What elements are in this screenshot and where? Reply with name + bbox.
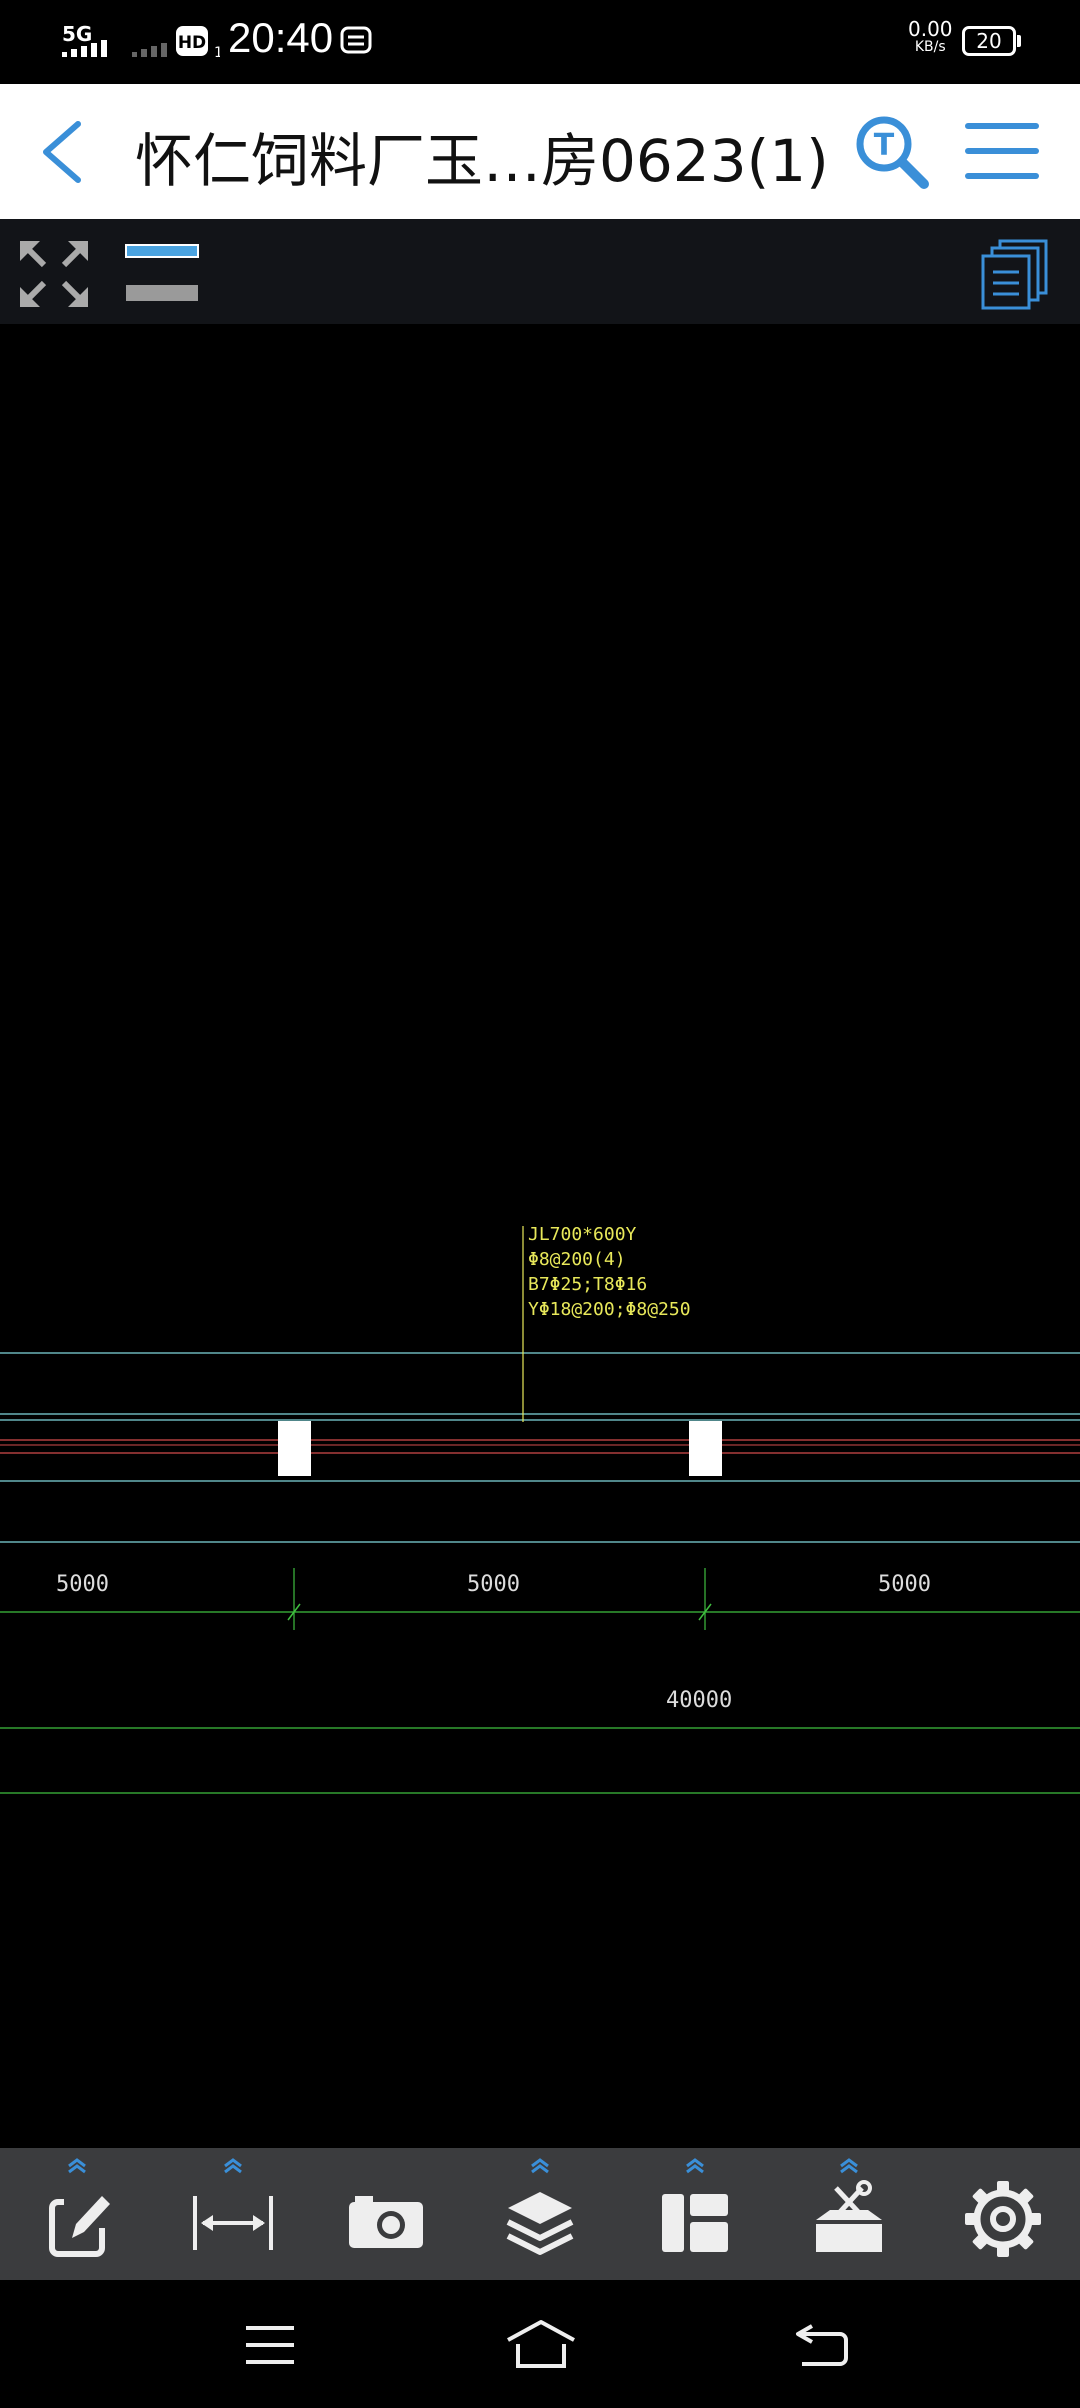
dimension-text: 5000 [56, 1572, 109, 1597]
battery-icon: 20 [962, 26, 1016, 56]
camera-icon [349, 2196, 423, 2248]
dimension-text: 5000 [467, 1572, 520, 1597]
settings-tool-button[interactable] [928, 2148, 1078, 2280]
beam-label: JL700*600Y Φ8@200(4) B7Φ25;T8Φ16 YΦ18@20… [528, 1222, 691, 1322]
status-bar: 5G HD 1 20:40 0.00 KB/s 20 [0, 0, 1080, 84]
drawing-canvas[interactable]: JL700*600Y Φ8@200(4) B7Φ25;T8Φ16 YΦ18@20… [0, 324, 1080, 2148]
page-title: 怀仁饲料厂玉…房0623(1) [135, 127, 829, 195]
svg-text:T: T [874, 128, 895, 163]
screenshot-tool-button[interactable] [311, 2148, 461, 2280]
beam-label-line: B7Φ25;T8Φ16 [528, 1274, 648, 1295]
column-block [689, 1421, 722, 1476]
stacked-documents-icon[interactable] [980, 239, 1050, 311]
chevron-left-icon[interactable] [38, 120, 88, 184]
edit-icon [49, 2158, 110, 2257]
bottom-toolbar [0, 2148, 1080, 2280]
system-nav-bar [0, 2280, 1080, 2408]
beam-label-line: Φ8@200(4) [528, 1249, 626, 1270]
text-search-icon[interactable]: T [852, 112, 930, 190]
nav-menu-icon[interactable] [242, 2322, 298, 2368]
nav-back-icon[interactable] [792, 2320, 852, 2370]
toolbox-icon [816, 2158, 882, 2252]
total-dimension-text: 40000 [666, 1688, 733, 1713]
battery-tip [1017, 35, 1021, 47]
measure-tool-button[interactable] [157, 2148, 307, 2280]
layout-icon [662, 2158, 728, 2252]
svg-text:HD: HD [178, 33, 206, 53]
hd-voice-icon: HD 1 [176, 26, 220, 58]
expand-arrows-icon[interactable] [18, 239, 90, 309]
message-notification-icon [340, 26, 372, 54]
annotate-tool-button[interactable] [2, 2148, 152, 2280]
signal-strength-icon [62, 40, 107, 57]
toolbox-tool-button[interactable] [774, 2148, 924, 2280]
sub-toolbar [0, 219, 1080, 324]
signal-strength-secondary-icon [132, 43, 167, 57]
layers-tool-button[interactable] [465, 2148, 615, 2280]
beam-label-line: YΦ18@200;Φ8@250 [528, 1299, 691, 1320]
svg-text:1: 1 [214, 45, 220, 58]
dimension-text: 5000 [878, 1572, 931, 1597]
line-weight-icon[interactable] [124, 243, 200, 305]
layers-icon [506, 2158, 574, 2255]
nav-home-icon[interactable] [504, 2318, 578, 2370]
title-bar: 怀仁饲料厂玉…房0623(1) T [0, 84, 1080, 219]
hamburger-menu-icon[interactable] [964, 118, 1040, 184]
layout-tool-button[interactable] [620, 2148, 770, 2280]
gear-icon [965, 2181, 1041, 2257]
measure-distance-icon [193, 2158, 273, 2250]
status-time: 20:40 [228, 14, 334, 61]
beam-label-line: JL700*600Y [528, 1224, 637, 1245]
battery-level: 20 [976, 29, 1002, 53]
network-speed: 0.00 KB/s [908, 17, 953, 56]
speed-value: 0.00 [908, 17, 953, 41]
column-block [278, 1421, 311, 1476]
